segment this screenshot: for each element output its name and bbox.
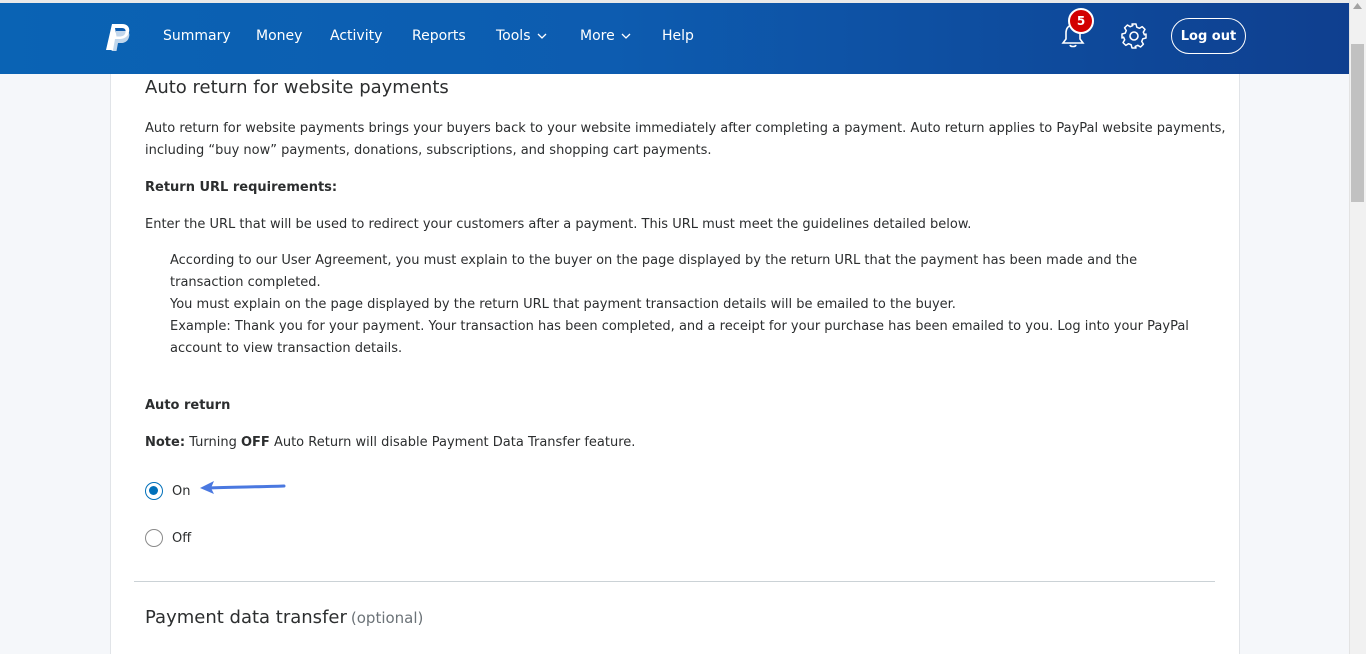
nav-activity[interactable]: Activity: [330, 28, 382, 44]
payment-data-transfer-title: Payment data transfer (optional): [145, 607, 423, 628]
logout-button[interactable]: Log out: [1171, 18, 1246, 54]
note-text: Turning: [189, 435, 237, 450]
notification-count: 5: [1076, 14, 1086, 28]
gear-icon[interactable]: [1120, 22, 1148, 50]
nav-reports-label: Reports: [412, 28, 466, 44]
radio-on[interactable]: [145, 482, 163, 500]
radio-on-label[interactable]: On: [172, 484, 190, 499]
guideline-item: Example: Thank you for your payment. You…: [170, 319, 1189, 356]
requirements-intro: Enter the URL that will be used to redir…: [145, 217, 972, 232]
section-title: Auto return for website payments: [145, 77, 449, 98]
nav-activity-label: Activity: [330, 28, 383, 44]
guideline-item: You must explain on the page displayed b…: [170, 297, 956, 312]
nav-money[interactable]: Money: [256, 28, 302, 44]
chevron-down-icon: [537, 33, 546, 39]
nav-money-label: Money: [256, 28, 303, 44]
note-label: Note:: [145, 435, 186, 450]
radio-off[interactable]: [145, 529, 163, 547]
annotation-arrow-icon: [200, 481, 286, 494]
auto-return-note: Note: Turning OFF Auto Return will disab…: [145, 432, 635, 454]
auto-return-heading: Auto return: [145, 398, 231, 413]
description-line-2: including “buy now” payments, donations,…: [145, 143, 712, 158]
nav-summary-label: Summary: [163, 28, 231, 44]
paypal-logo[interactable]: [104, 22, 132, 52]
notification-badge: 5: [1068, 8, 1094, 34]
note-text: Auto Return will disable Payment Data Tr…: [273, 435, 636, 450]
logout-label: Log out: [1180, 28, 1237, 44]
scrollbar-thumb[interactable]: [1351, 44, 1364, 202]
scroll-up-arrow-icon[interactable]: [1353, 3, 1362, 9]
auto-return-on-option[interactable]: On: [145, 482, 190, 500]
nav-tools-label: Tools: [496, 28, 531, 44]
optional-label: (optional): [350, 609, 424, 627]
radio-off-label[interactable]: Off: [172, 531, 191, 546]
payment-data-transfer-label: Payment data transfer: [145, 607, 347, 628]
chevron-down-icon: [621, 33, 631, 39]
nav-help-label: Help: [662, 28, 694, 44]
note-off-text: OFF: [241, 435, 270, 450]
nav-more[interactable]: More: [580, 28, 631, 44]
nav-reports[interactable]: Reports: [412, 28, 466, 44]
description-line-1: Auto return for website payments brings …: [145, 121, 1226, 136]
guideline-item: According to our User Agreement, you mus…: [170, 253, 1138, 290]
guidelines-list: According to our User Agreement, you mus…: [170, 250, 1210, 360]
nav-tools[interactable]: Tools: [496, 28, 547, 44]
section-description: Auto return for website payments brings …: [145, 118, 1226, 162]
nav-summary[interactable]: Summary: [163, 28, 231, 44]
nav-help[interactable]: Help: [662, 28, 694, 44]
auto-return-off-option[interactable]: Off: [145, 529, 191, 547]
requirements-heading: Return URL requirements:: [145, 180, 338, 195]
nav-more-label: More: [580, 28, 615, 44]
section-divider: [134, 581, 1215, 582]
